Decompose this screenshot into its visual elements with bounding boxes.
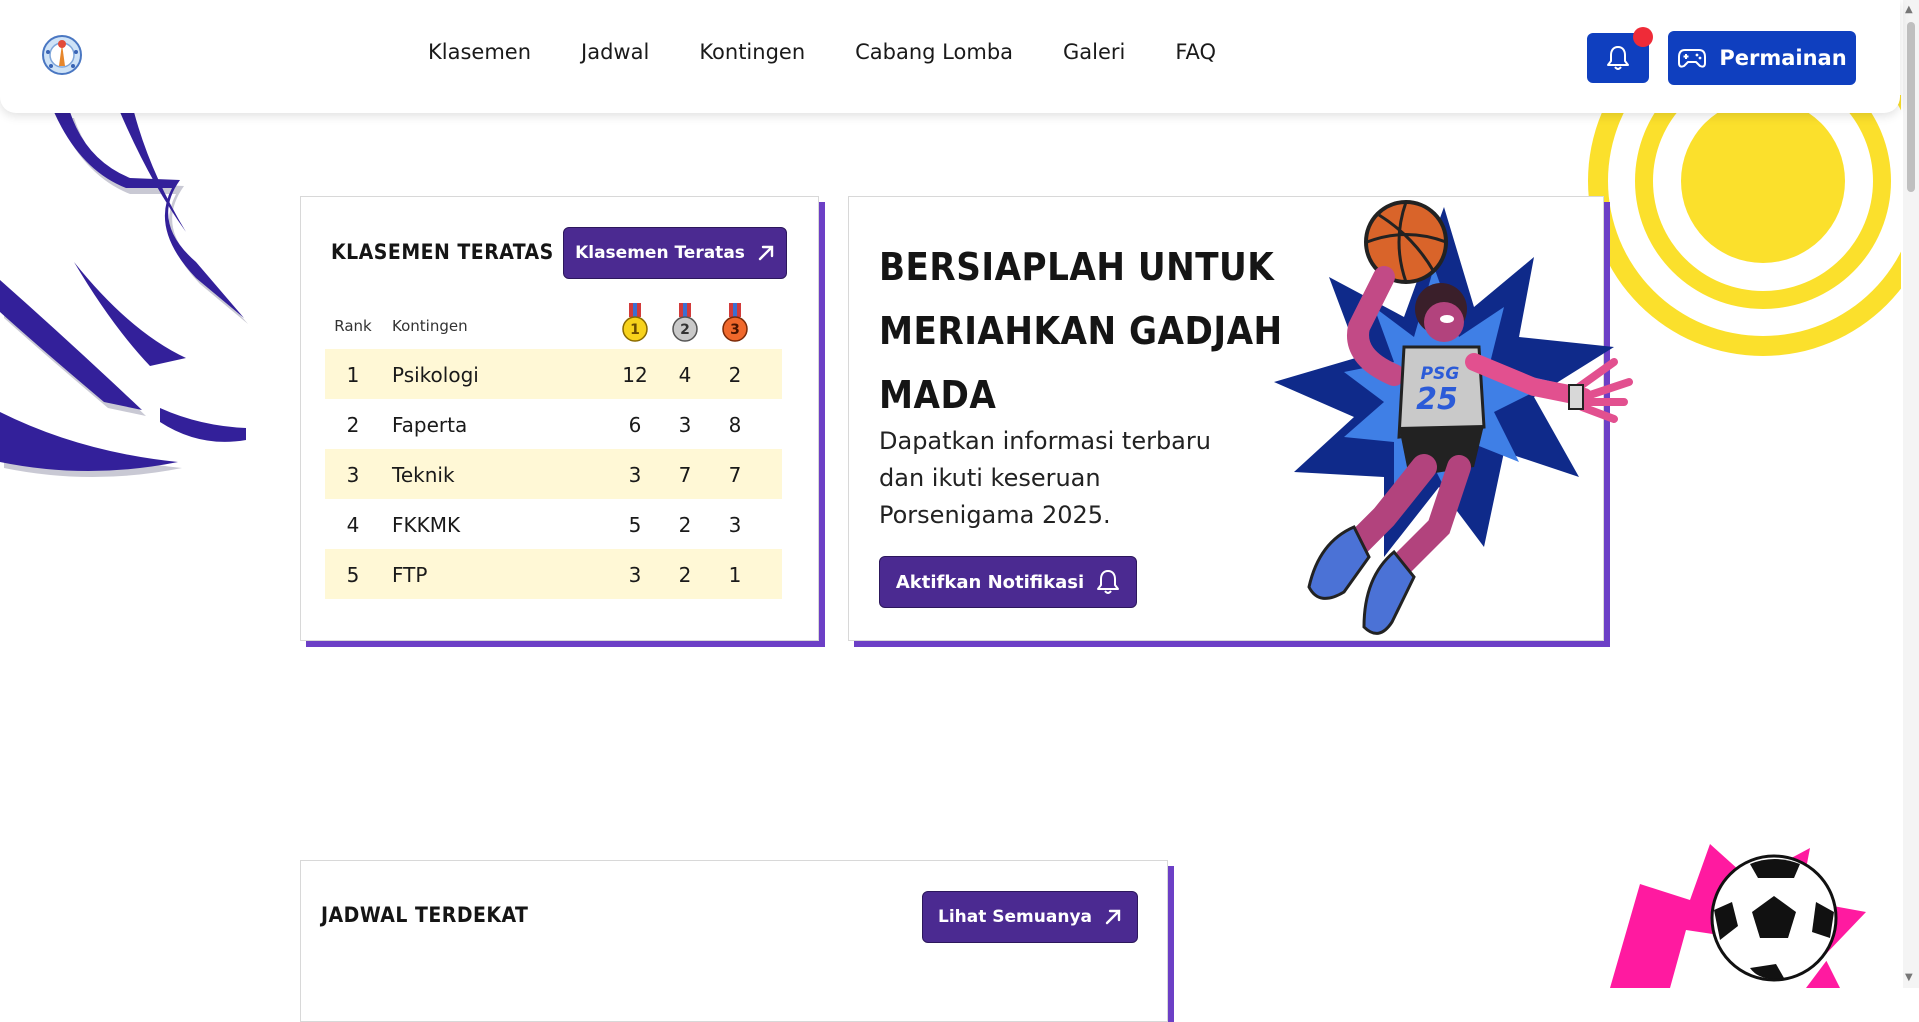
standings-card: Klasemen Teratas Klasemen Teratas Rank K… <box>300 196 819 641</box>
schedule-title: Jadwal Terdekat <box>321 903 529 927</box>
main-nav: Klasemen Jadwal Kontingen Cabang Lomba G… <box>428 40 1266 64</box>
row-gold: 12 <box>622 363 648 387</box>
table-row: 4 FKKMK 5 2 3 <box>325 499 782 549</box>
view-all-schedule-button[interactable]: Lihat Semuanya <box>922 891 1138 943</box>
table-row: 3 Teknik 3 7 7 <box>325 449 782 499</box>
row-silver: 2 <box>678 563 692 587</box>
row-gold: 3 <box>628 463 642 487</box>
silver-medal-label: 2 <box>680 322 690 338</box>
permainan-label: Permainan <box>1719 46 1847 70</box>
row-rank: 3 <box>346 463 360 487</box>
standings-header-row: Rank Kontingen 1 2 3 <box>325 297 782 349</box>
gamepad-icon <box>1678 49 1707 68</box>
nav-link-klasemen[interactable]: Klasemen <box>428 40 531 64</box>
row-team: Faperta <box>392 413 468 437</box>
row-silver: 7 <box>678 463 692 487</box>
table-row: 2 Faperta 6 3 8 <box>325 399 782 449</box>
hero-subtitle: Dapatkan informasi terbaru dan ikuti kes… <box>879 427 1211 529</box>
hero-title-line: meriahkan Gadjah <box>879 309 1283 353</box>
gold-medal-icon: 1 <box>622 303 648 342</box>
nav-link-cabang-lomba[interactable]: Cabang Lomba <box>855 40 1013 64</box>
standings-view-button[interactable]: Klasemen Teratas <box>563 227 787 279</box>
scroll-up-arrow-icon[interactable]: ▲ <box>1905 4 1913 15</box>
schedule-card: Jadwal Terdekat Lihat Semuanya <box>300 860 1168 1022</box>
scroll-down-arrow-icon[interactable]: ▼ <box>1905 972 1913 983</box>
table-row: 5 FTP 3 2 1 <box>325 549 782 599</box>
nav-link-faq[interactable]: FAQ <box>1175 40 1216 64</box>
row-rank: 1 <box>346 363 360 387</box>
row-rank: 4 <box>346 513 360 537</box>
row-team: FTP <box>392 563 428 587</box>
row-rank: 5 <box>346 563 360 587</box>
row-silver: 3 <box>678 413 692 437</box>
nav-link-galeri[interactable]: Galeri <box>1063 40 1125 64</box>
bell-icon <box>1097 570 1120 594</box>
standings-view-button-label: Klasemen Teratas <box>575 243 745 263</box>
row-silver: 2 <box>678 513 692 537</box>
enable-notification-label: Aktifkan Notifikasi <box>895 571 1085 593</box>
row-rank: 2 <box>346 413 360 437</box>
row-bronze: 7 <box>728 463 742 487</box>
nav-link-kontingen[interactable]: Kontingen <box>699 40 805 64</box>
row-team: FKKMK <box>392 513 461 537</box>
scrollbar-thumb[interactable] <box>1907 22 1915 192</box>
porsenigama-logo-icon[interactable] <box>40 32 84 78</box>
bell-icon <box>1607 46 1629 70</box>
silver-medal-icon: 2 <box>672 303 698 342</box>
basketball-player-illustration: PSG 25 <box>1274 200 1633 635</box>
view-all-schedule-label: Lihat Semuanya <box>938 907 1092 927</box>
row-gold: 3 <box>628 563 642 587</box>
header-rank: Rank <box>334 317 372 335</box>
nav-link-jadwal[interactable]: Jadwal <box>581 40 649 64</box>
lightning-decoration <box>0 112 248 477</box>
row-gold: 6 <box>628 413 642 437</box>
table-row: 1 Psikologi 12 4 2 <box>325 349 782 399</box>
top-navbar: Klasemen Jadwal Kontingen Cabang Lomba G… <box>0 0 1900 113</box>
arrow-up-right-icon <box>758 245 774 261</box>
row-gold: 5 <box>628 513 642 537</box>
hero-title-line: Mada <box>879 373 997 417</box>
row-bronze: 3 <box>728 513 742 537</box>
header-team: Kontingen <box>392 317 468 335</box>
enable-notification-button[interactable]: Aktifkan Notifikasi <box>879 556 1137 608</box>
notification-badge <box>1633 27 1653 47</box>
jersey-number: 25 <box>1416 382 1458 417</box>
hero-title-line: Bersiaplah untuk <box>879 245 1275 289</box>
hero-card: Bersiaplah untuk meriahkan Gadjah Mada D… <box>848 196 1633 641</box>
bronze-medal-label: 3 <box>730 322 740 338</box>
arrow-up-right-icon <box>1105 909 1121 925</box>
permainan-button[interactable]: Permainan <box>1668 31 1856 85</box>
standings-table: Rank Kontingen 1 2 3 1 Psikologi 12 4 2 … <box>325 297 782 599</box>
standings-title: Klasemen Teratas <box>331 240 554 264</box>
soccer-ball-decoration <box>1610 844 1866 988</box>
gold-medal-label: 1 <box>630 322 640 338</box>
row-bronze: 2 <box>728 363 742 387</box>
hero-title: Bersiaplah untuk meriahkan Gadjah Mada <box>879 235 1283 427</box>
row-team: Psikologi <box>392 363 479 387</box>
row-silver: 4 <box>678 363 692 387</box>
bronze-medal-icon: 3 <box>722 303 748 342</box>
row-bronze: 8 <box>728 413 742 437</box>
row-team: Teknik <box>392 463 455 487</box>
jersey-text: PSG <box>1421 364 1460 384</box>
row-bronze: 1 <box>728 563 742 587</box>
